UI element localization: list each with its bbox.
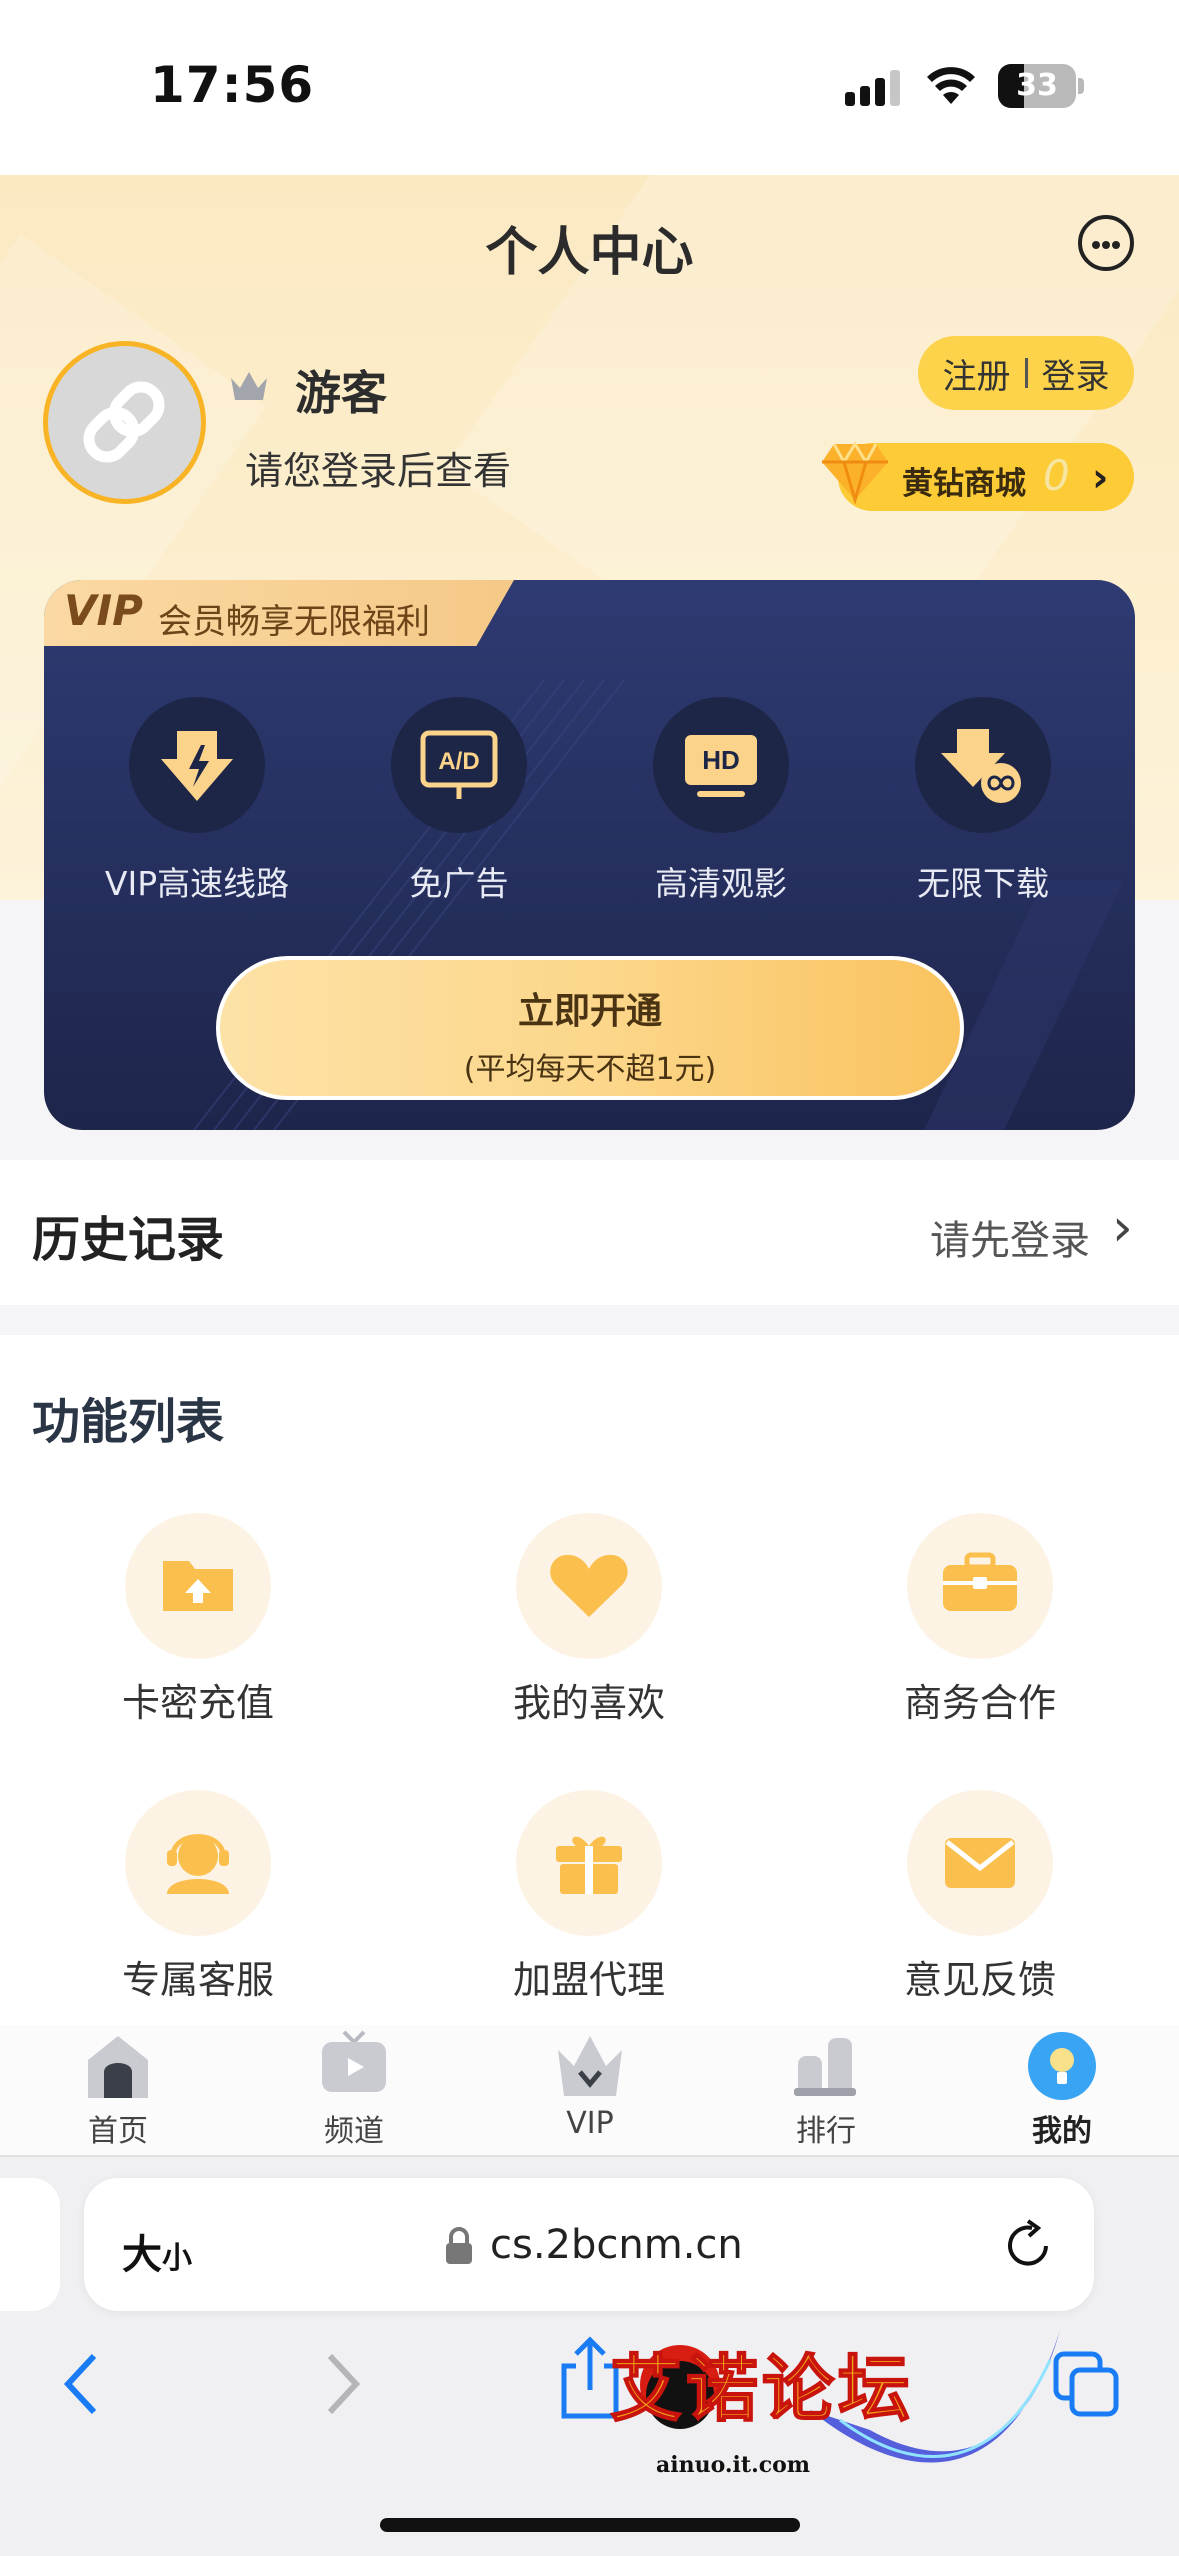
vip-benefit-no-ads[interactable]: A/D	[391, 697, 527, 833]
url-text[interactable]: cs.2bcnm.cn	[490, 2222, 743, 2268]
battery-tip	[1078, 78, 1084, 94]
function-card-business[interactable]	[907, 1513, 1053, 1659]
chevron-right-icon: ›	[1092, 455, 1109, 501]
rank-icon	[794, 2038, 856, 2096]
history-title: 历史记录	[32, 1212, 225, 1268]
divider	[1024, 358, 1028, 388]
text-size-button[interactable]: 大小	[122, 2222, 192, 2280]
tab-home[interactable]	[82, 2030, 154, 2106]
more-dot	[1092, 241, 1100, 249]
vip-benefit-label: 免广告	[409, 864, 509, 903]
function-card-favorites[interactable]	[516, 1513, 662, 1659]
folder-upload-icon	[163, 1561, 233, 1611]
vip-logo: VIP	[64, 586, 143, 635]
vip-benefit-high-speed[interactable]	[129, 697, 265, 833]
reload-icon[interactable]	[1002, 2218, 1056, 2276]
lock-icon	[444, 2226, 474, 2270]
tv-icon	[322, 2030, 386, 2092]
no-ads-icon: A/D	[420, 730, 498, 799]
wifi-icon	[925, 64, 977, 112]
function-card-feedback[interactable]	[907, 1790, 1053, 1936]
gift-icon	[556, 1836, 622, 1894]
status-time: 17:56	[150, 56, 315, 114]
forward-icon[interactable]	[322, 2352, 362, 2420]
battery-icon: 33	[998, 64, 1076, 108]
tab-rank[interactable]	[790, 2030, 862, 2106]
briefcase-icon	[943, 1552, 1017, 1611]
mail-icon	[945, 1838, 1015, 1888]
vip-benefit-label: 高清观影	[655, 864, 787, 903]
register-login-button[interactable]: 注册 登录	[918, 336, 1134, 410]
home-indicator	[380, 2518, 800, 2532]
function-label: 商务合作	[903, 1681, 1056, 1725]
home-icon	[88, 2036, 148, 2098]
chevron-right-icon[interactable]: ›	[1112, 1198, 1133, 1258]
unlimited-download-icon	[941, 729, 1021, 803]
history-login-link[interactable]: 请先登录	[930, 1208, 1090, 1266]
back-icon[interactable]	[62, 2352, 102, 2420]
more-dot	[1102, 241, 1110, 249]
previous-tab-preview[interactable]	[0, 2178, 60, 2311]
vip-banner-text: 会员畅享无限福利	[158, 602, 430, 642]
diamond-mall-label: 黄钻商城	[902, 466, 1026, 502]
login-label[interactable]: 登录	[1042, 349, 1110, 398]
tab-vip[interactable]	[554, 2030, 626, 2106]
function-label: 意见反馈	[903, 1958, 1056, 2002]
page-title: 个人中心	[485, 223, 694, 283]
diamond-icon	[820, 440, 890, 508]
vip-benefit-label: VIP高速线路	[104, 864, 290, 903]
tab-label[interactable]: 首页	[38, 2106, 198, 2150]
open-vip-title: 立即开通	[517, 991, 662, 1032]
tab-mine[interactable]	[1026, 2030, 1098, 2106]
crown-icon	[558, 2036, 622, 2096]
signal-icon	[845, 68, 911, 112]
function-card-support[interactable]	[125, 1790, 271, 1936]
function-label: 专属客服	[121, 1958, 274, 2002]
function-list-title: 功能列表	[32, 1394, 225, 1450]
crown-icon	[228, 368, 270, 408]
username: 游客	[295, 366, 387, 420]
vip-benefit-unlimited-download[interactable]	[915, 697, 1051, 833]
register-label[interactable]: 注册	[943, 349, 1011, 398]
avatar[interactable]	[43, 341, 206, 504]
tab-label[interactable]: 频道	[274, 2106, 434, 2150]
watermark-text: 艾诺论坛	[609, 2346, 915, 2432]
battery-level: 33	[1016, 68, 1058, 103]
vip-benefit-hd[interactable]: HD	[653, 697, 789, 833]
lightning-download-icon	[161, 731, 233, 801]
text-size-small: 小	[162, 2241, 192, 2276]
more-options-button[interactable]	[1078, 215, 1134, 271]
tab-channel[interactable]	[318, 2028, 390, 2104]
svg-text:HD: HD	[702, 745, 740, 775]
function-label: 我的喜欢	[512, 1681, 665, 1725]
more-dot	[1112, 241, 1120, 249]
open-vip-button[interactable]: 立即开通 (平均每天不超1元)	[216, 956, 964, 1100]
tab-label[interactable]: VIP	[510, 2106, 670, 2141]
tab-label[interactable]: 排行	[746, 2106, 906, 2150]
function-card-recharge[interactable]	[125, 1513, 271, 1659]
tab-label[interactable]: 我的	[982, 2106, 1142, 2150]
headset-icon	[167, 1834, 229, 1894]
profile-bulb-icon	[1028, 2032, 1096, 2100]
heart-icon	[550, 1554, 628, 1617]
vip-benefit-label: 无限下载	[917, 864, 1049, 903]
link-placeholder-icon	[83, 381, 165, 463]
hd-icon: HD	[685, 735, 757, 797]
text-size-big: 大	[122, 2232, 162, 2278]
function-label: 卡密充值	[121, 1681, 274, 1725]
watermark-url: ainuo.it.com	[656, 2452, 811, 2478]
diamond-count: 0	[1043, 451, 1070, 500]
function-card-agent[interactable]	[516, 1790, 662, 1936]
login-hint: 请您登录后查看	[245, 449, 512, 493]
svg-text:A/D: A/D	[438, 748, 479, 775]
function-label: 加盟代理	[512, 1958, 665, 2002]
open-vip-subtitle: (平均每天不超1元)	[463, 1052, 717, 1087]
